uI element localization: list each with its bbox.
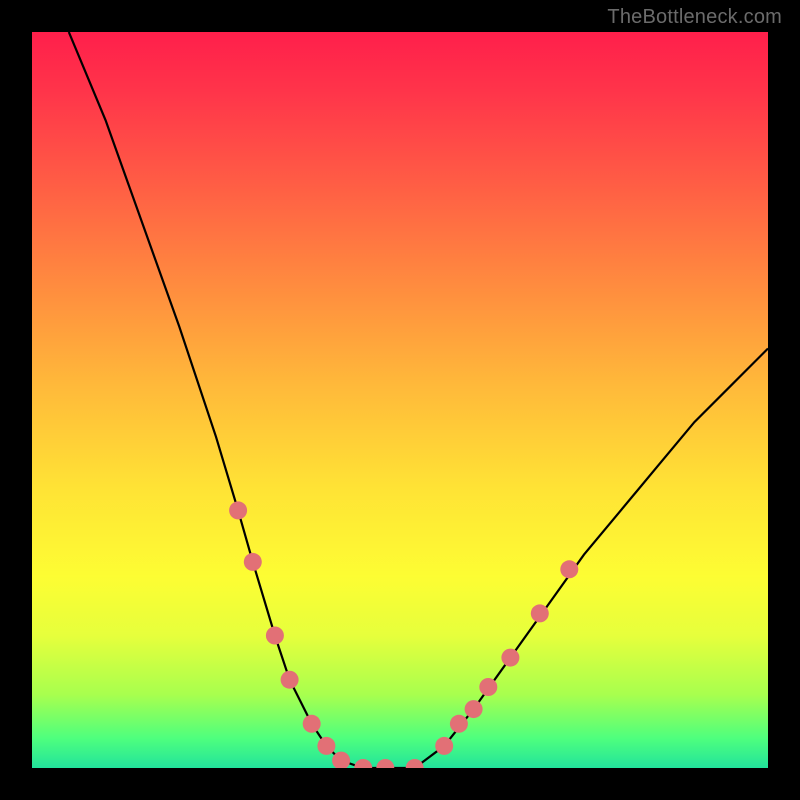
curve-marker (281, 671, 299, 689)
curve-marker (317, 737, 335, 755)
curve-marker (244, 553, 262, 571)
curve-marker (465, 700, 483, 718)
curve-marker (303, 715, 321, 733)
curve-marker (531, 604, 549, 622)
curve-marker (450, 715, 468, 733)
chart-frame: TheBottleneck.com (0, 0, 800, 800)
curve-svg (32, 32, 768, 768)
curve-marker (406, 759, 424, 768)
curve-marker (354, 759, 372, 768)
curve-marker (501, 649, 519, 667)
bottleneck-curve (69, 32, 768, 768)
curve-marker (435, 737, 453, 755)
curve-marker (376, 759, 394, 768)
watermark-text: TheBottleneck.com (607, 6, 782, 29)
plot-area (32, 32, 768, 768)
curve-marker (560, 560, 578, 578)
curve-marker (479, 678, 497, 696)
curve-marker (266, 627, 284, 645)
curve-marker (229, 501, 247, 519)
